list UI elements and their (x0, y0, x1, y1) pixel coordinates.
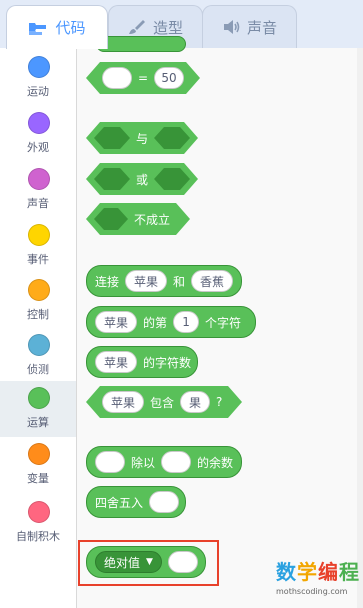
category-label: 控制 (27, 308, 49, 321)
watermark-title: 数学编程 (276, 556, 363, 585)
round-input-slot[interactable] (149, 491, 180, 513)
sensing-dot-icon (28, 334, 50, 356)
not-slot[interactable] (94, 208, 128, 230)
tab-sound[interactable]: 声音 (202, 5, 297, 48)
category-motion[interactable]: 运动 (0, 50, 76, 106)
watermark-char: 学 (297, 560, 318, 584)
watermark-char: 程 (339, 560, 360, 584)
contains-mid: 包含 (150, 395, 175, 410)
variables-dot-icon (28, 443, 50, 465)
motion-dot-icon (28, 56, 50, 78)
round-label: 四舍五入 (95, 495, 144, 510)
or-right-slot[interactable] (154, 168, 190, 190)
category-label: 变量 (27, 472, 49, 485)
length-of-block[interactable]: 苹果 的字符数 (86, 346, 198, 378)
contains-substring-input[interactable]: 果 (180, 391, 210, 413)
mod-left-slot[interactable] (95, 451, 125, 473)
or-block[interactable]: 或 (86, 163, 198, 195)
join-first-input[interactable]: 苹果 (125, 270, 168, 292)
not-label: 不成立 (134, 212, 171, 227)
partial-operator-block[interactable] (96, 36, 186, 52)
events-dot-icon (28, 224, 50, 246)
category-menu: 运动 外观 声音 事件 控制 侦测 运算 变量 自制积木 (0, 48, 77, 608)
letter-of-index-input[interactable]: 1 (173, 311, 200, 333)
or-left-slot[interactable] (94, 168, 130, 190)
and-left-slot[interactable] (94, 127, 130, 149)
and-label: 与 (136, 131, 149, 146)
category-label: 运动 (27, 85, 49, 98)
category-operators[interactable]: 运算 (0, 381, 76, 437)
category-events[interactable]: 事件 (0, 218, 76, 274)
palette-scrollbar[interactable] (357, 48, 363, 608)
category-label: 侦测 (27, 363, 49, 376)
tab-code-label: 代码 (55, 19, 86, 37)
speaker-icon (222, 19, 240, 35)
my-blocks-dot-icon (28, 501, 50, 523)
control-dot-icon (28, 279, 50, 301)
round-block[interactable]: 四舍五入 (86, 486, 186, 518)
category-control[interactable]: 控制 (0, 273, 76, 329)
not-block[interactable]: 不成立 (86, 203, 190, 235)
operators-dot-icon (28, 387, 50, 409)
letter-of-suffix: 个字符 (205, 315, 242, 330)
length-of-suffix: 的字符数 (143, 355, 192, 370)
category-my-blocks[interactable]: 自制积木 (0, 495, 76, 551)
contains-suffix: ? (216, 395, 223, 409)
category-label: 外观 (27, 141, 49, 154)
join-block[interactable]: 连接 苹果 和 香蕉 (86, 265, 242, 297)
category-label: 事件 (27, 253, 49, 266)
watermark-char: 编 (318, 560, 339, 584)
letter-of-mid: 的第 (143, 315, 168, 330)
category-label: 自制积木 (16, 530, 60, 543)
or-label: 或 (136, 172, 149, 187)
equals-left-slot[interactable] (102, 67, 132, 89)
mod-block[interactable]: 除以 的余数 (86, 446, 242, 478)
equals-operator: = (138, 71, 149, 85)
tab-sound-label: 声音 (246, 18, 277, 37)
watermark-char: 数 (276, 560, 297, 584)
contains-string-input[interactable]: 苹果 (102, 391, 144, 413)
tab-costume-label: 造型 (152, 18, 183, 37)
letter-of-block[interactable]: 苹果 的第 1 个字符 (86, 306, 256, 338)
paintbrush-icon (128, 19, 146, 35)
mod-mid: 除以 (131, 455, 156, 470)
equals-block[interactable]: = 50 (86, 62, 200, 94)
category-sensing[interactable]: 侦测 (0, 328, 76, 384)
looks-dot-icon (28, 112, 50, 134)
category-label: 声音 (27, 197, 49, 210)
mod-right-slot[interactable] (161, 451, 192, 473)
code-blocks-icon (28, 20, 48, 36)
tab-code[interactable]: 代码 (6, 5, 108, 49)
highlight-box (78, 540, 219, 586)
join-mid: 和 (173, 274, 186, 289)
category-label: 运算 (27, 416, 49, 429)
mod-suffix: 的余数 (197, 455, 234, 470)
letter-of-string-input[interactable]: 苹果 (95, 311, 138, 333)
contains-block[interactable]: 苹果 包含 果 ? (86, 386, 242, 418)
length-of-input[interactable]: 苹果 (95, 351, 138, 373)
join-prefix: 连接 (95, 274, 120, 289)
sound-dot-icon (28, 168, 50, 190)
category-sound[interactable]: 声音 (0, 162, 76, 218)
equals-right-slot[interactable]: 50 (154, 67, 184, 89)
join-second-input[interactable]: 香蕉 (191, 270, 234, 292)
and-right-slot[interactable] (154, 127, 190, 149)
watermark-logo: 数学编程 mothscoding.com (276, 556, 363, 608)
watermark-url: mothscoding.com (276, 587, 348, 596)
category-looks[interactable]: 外观 (0, 106, 76, 162)
category-variables[interactable]: 变量 (0, 437, 76, 493)
and-block[interactable]: 与 (86, 122, 198, 154)
